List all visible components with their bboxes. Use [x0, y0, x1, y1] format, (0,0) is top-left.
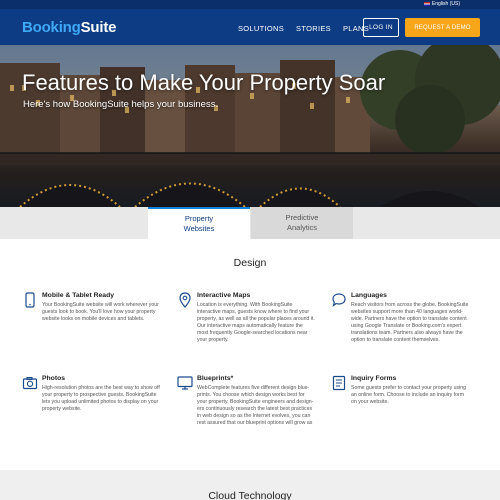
speech-bubble-icon [332, 293, 346, 308]
feature-title: Photos [42, 375, 66, 382]
map-pin-icon [179, 292, 191, 308]
feature-title: Inquiry Forms [351, 375, 397, 382]
hero-title: Features to Make Your Property Soar [22, 70, 386, 95]
feature-title: Blueprints* [197, 375, 234, 382]
nav-stories[interactable]: STORIES [296, 24, 331, 33]
tab-label-line: Analytics [286, 223, 317, 232]
nav-solutions[interactable]: SOLUTIONS [238, 24, 284, 33]
tab-label-line: Predictive [285, 213, 319, 222]
feature-text: WebComplete features five different desi… [197, 385, 314, 426]
logo-part-booking: Booking [22, 19, 81, 36]
tab-label-line: Property [184, 214, 214, 223]
language-label: English (US) [431, 1, 460, 7]
tab-predictive-analytics[interactable]: Predictive Analytics [251, 207, 353, 239]
mobile-icon [25, 292, 35, 308]
login-button[interactable]: LOG IN [363, 18, 399, 37]
feature-title: Interactive Maps [197, 292, 251, 299]
logo-part-suite: Suite [80, 19, 117, 36]
tab-property-websites[interactable]: Property Websites [148, 207, 250, 239]
feature-text: Reach visitors from across the globe. Bo… [351, 302, 469, 343]
form-icon [332, 375, 346, 391]
feature-text: High-resolution photos are the best way … [42, 385, 160, 412]
section-title: Design [233, 257, 267, 269]
feature-text: Some guests prefer to contact your prope… [351, 385, 467, 405]
hero-subtitle: Here's how BookingSuite helps your busin… [23, 99, 219, 110]
feature-title: Mobile & Tablet Ready [42, 292, 115, 299]
main-nav: SOLUTIONS STORIES PLANS [238, 24, 369, 33]
feature-title: Languages [351, 292, 387, 299]
monitor-icon [177, 376, 193, 390]
language-selector[interactable]: English (US) [423, 1, 460, 7]
feature-text: Location is everything. With BookingSuit… [197, 302, 315, 343]
next-section-title: Cloud Technology [208, 490, 292, 500]
site-header: BookingSuite SOLUTIONS STORIES PLANS LOG… [0, 9, 500, 45]
hero-banner: Features to Make Your Property Soar Here… [0, 45, 500, 207]
flag-icon [423, 2, 430, 6]
utility-bar: English (US) [0, 0, 500, 9]
logo[interactable]: BookingSuite [22, 19, 116, 36]
product-tabs: Property Websites Predictive Analytics [0, 207, 500, 239]
tab-label-line: Websites [183, 224, 215, 233]
feature-text: Your BookingSuite website will work wher… [42, 302, 159, 322]
camera-icon [22, 377, 38, 390]
request-demo-button[interactable]: REQUEST A DEMO [405, 18, 480, 37]
